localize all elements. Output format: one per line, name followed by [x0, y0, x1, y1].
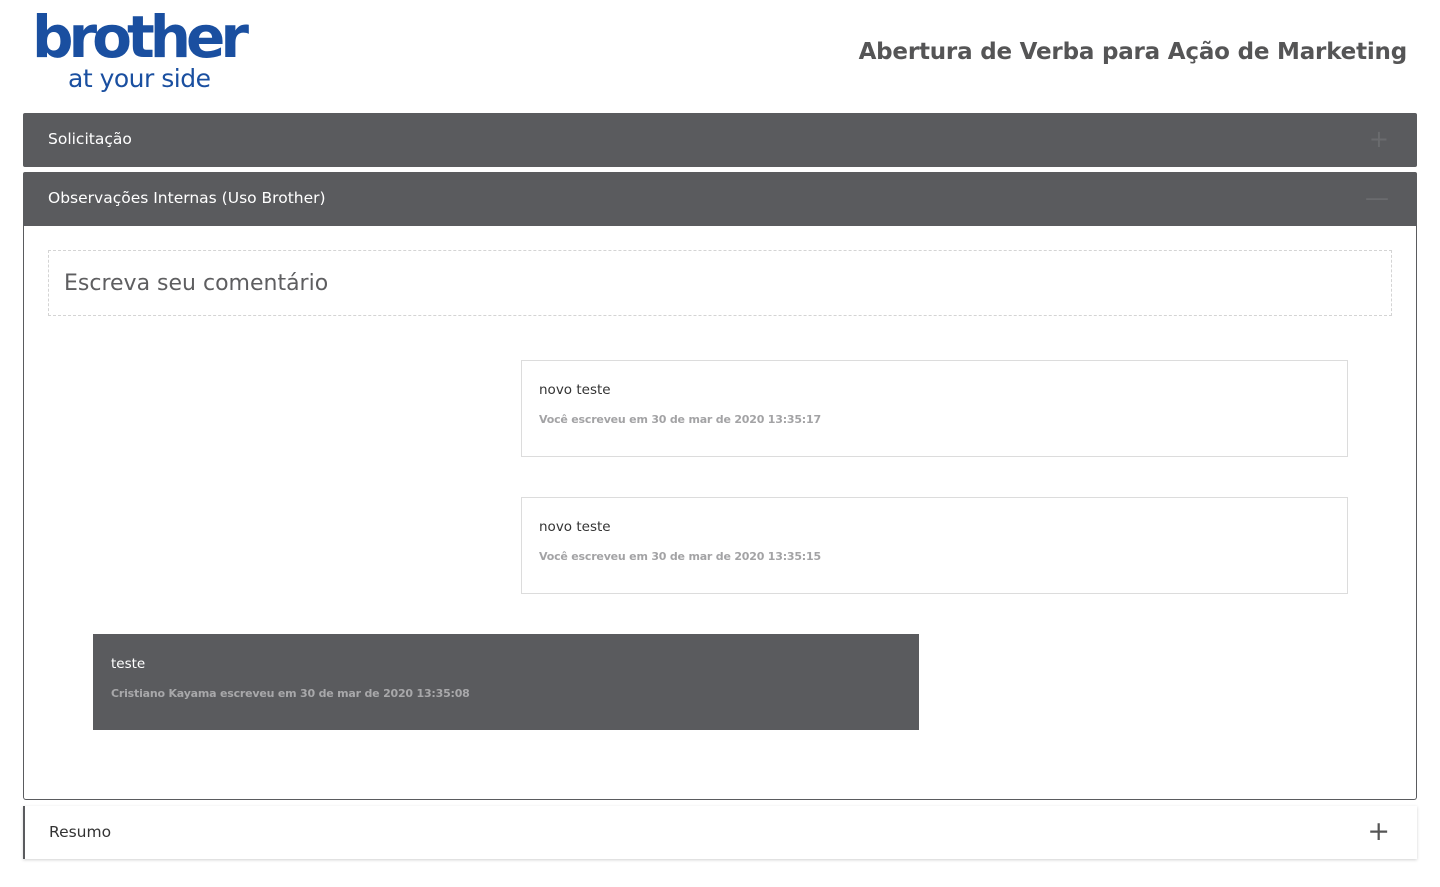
- comment-text: novo teste: [539, 519, 611, 535]
- panel-header-observacoes[interactable]: Observações Internas (Uso Brother) —: [23, 172, 1417, 226]
- minus-icon[interactable]: —: [1365, 186, 1389, 210]
- comment-meta: Você escreveu em 30 de mar de 2020 13:35…: [539, 550, 821, 563]
- plus-icon[interactable]: +: [1369, 127, 1389, 151]
- logo-wordmark: brother: [32, 3, 249, 71]
- comment-card: novo teste Você escreveu em 30 de mar de…: [521, 360, 1348, 457]
- comment-meta: Você escreveu em 30 de mar de 2020 13:35…: [539, 413, 821, 426]
- panel-label-observacoes: Observações Internas (Uso Brother): [48, 189, 326, 207]
- panel-header-resumo[interactable]: Resumo +: [23, 806, 1417, 859]
- comment-meta: Cristiano Kayama escreveu em 30 de mar d…: [111, 687, 470, 700]
- comment-card-other-user: teste Cristiano Kayama escreveu em 30 de…: [93, 634, 919, 730]
- panel-header-solicitacao[interactable]: Solicitação +: [23, 113, 1417, 167]
- page-title: Abertura de Verba para Ação de Marketing: [858, 39, 1408, 65]
- logo-tagline: at your side: [68, 64, 211, 93]
- plus-icon[interactable]: +: [1367, 818, 1390, 845]
- panel-body-observacoes: novo teste Você escreveu em 30 de mar de…: [23, 226, 1417, 800]
- brother-logo: brother at your side: [32, 8, 249, 100]
- comment-text: teste: [111, 656, 146, 672]
- panel-label-resumo: Resumo: [49, 823, 112, 841]
- comment-text: novo teste: [539, 382, 611, 398]
- comment-card: novo teste Você escreveu em 30 de mar de…: [521, 497, 1348, 594]
- comment-input[interactable]: [48, 250, 1392, 316]
- panel-label-solicitacao: Solicitação: [48, 130, 132, 148]
